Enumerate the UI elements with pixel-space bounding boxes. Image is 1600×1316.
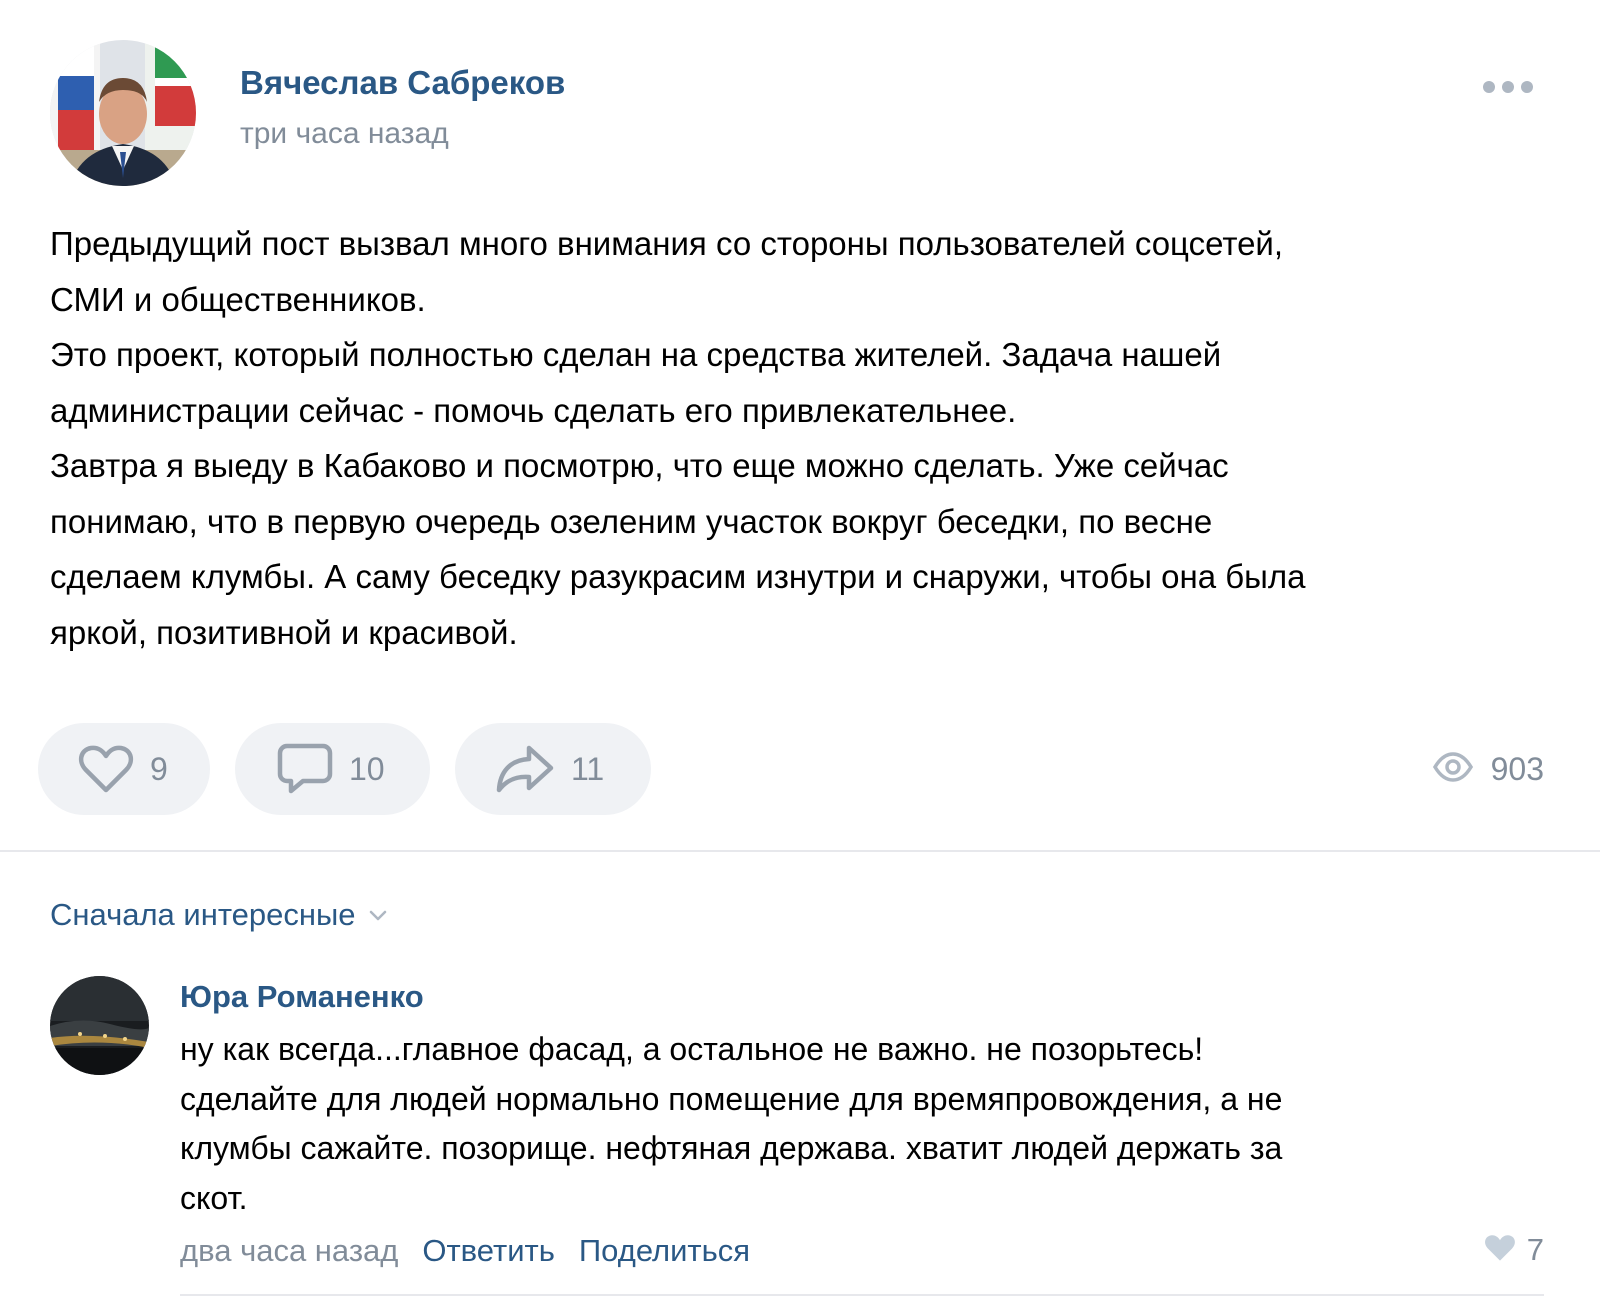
post-divider [0, 850, 1600, 852]
more-horizontal-icon [1483, 81, 1533, 93]
views-counter: 903 [1432, 748, 1544, 790]
comments-sort-dropdown[interactable]: Сначала интересные [50, 897, 388, 933]
share-count: 11 [571, 750, 605, 787]
reply-link[interactable]: Ответить [422, 1233, 555, 1269]
more-options-button[interactable] [1478, 72, 1538, 102]
chevron-down-icon [368, 908, 388, 922]
post-text-line: Завтра я выеду в Кабаково и посмотрю, чт… [50, 447, 1229, 484]
comment-icon [277, 742, 333, 796]
eye-icon [1432, 751, 1473, 787]
comment-footer: два часа назад Ответить Поделиться [180, 1233, 750, 1269]
post-text-line: СМИ и общественников. [50, 280, 426, 318]
post-author-name[interactable]: Вячеслав Сабреков [240, 64, 565, 102]
sort-label: Сначала интересные [50, 897, 356, 932]
comment-author-name[interactable]: Юра Романенко [180, 979, 424, 1015]
views-count: 903 [1490, 750, 1544, 787]
like-button[interactable]: 9 [38, 723, 210, 815]
share-comment-link[interactable]: Поделиться [579, 1233, 750, 1269]
comment-like-count: 7 [1526, 1232, 1544, 1267]
author-avatar[interactable] [50, 40, 196, 186]
comment-count: 10 [349, 750, 385, 787]
heart-filled-icon [1483, 1233, 1517, 1268]
comment-button[interactable]: 10 [235, 723, 430, 815]
post-text-line: администрации сейчас - помочь сделать ег… [50, 391, 1017, 429]
comment-text-line: скот. [180, 1179, 248, 1216]
post-timestamp[interactable]: три часа назад [240, 117, 449, 151]
like-count: 9 [150, 750, 168, 787]
comment-text: ну как всегда...главное фасад, а остальн… [180, 1025, 1550, 1223]
comment-like-button[interactable]: 7 [1483, 1232, 1544, 1268]
comment-divider [180, 1294, 1544, 1296]
post-text: Предыдущий пост вызвал много внимания со… [50, 216, 1550, 660]
comment-text-line: клумбы сажайте. позорище. нефтяная держа… [180, 1130, 1283, 1166]
comment-timestamp[interactable]: два часа назад [180, 1233, 398, 1269]
share-arrow-icon [495, 744, 555, 794]
post-text-line: понимаю, что в первую очередь озеленим у… [50, 502, 1213, 540]
heart-icon [78, 744, 134, 794]
post-text-line: яркой, позитивной и красивой. [50, 613, 518, 651]
comment-text-line: сделайте для людей нормально помещение д… [180, 1080, 1283, 1117]
share-button[interactable]: 11 [455, 723, 651, 815]
post-text-line: сделаем клумбы. А саму беседку разукраси… [50, 558, 1306, 595]
post-text-line: Предыдущий пост вызвал много внимания со… [50, 225, 1284, 262]
comment-author-avatar[interactable] [50, 976, 149, 1075]
post-text-line: Это проект, который полностью сделан на … [50, 336, 1222, 373]
comment-text-line: ну как всегда...главное фасад, а остальн… [180, 1031, 1204, 1067]
